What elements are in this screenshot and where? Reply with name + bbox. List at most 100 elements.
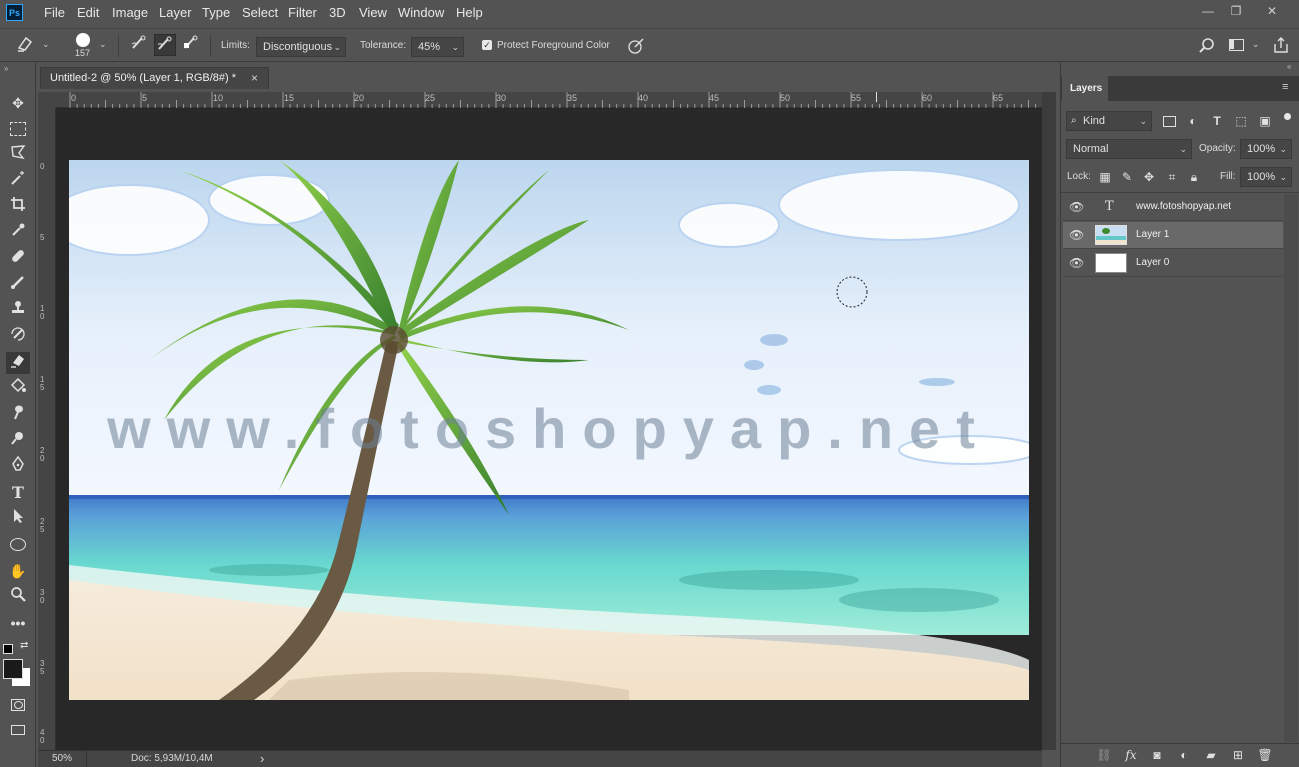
lock-artboard-icon[interactable]: ⌗ [1164,169,1180,185]
quick-mask-icon[interactable] [6,695,30,717]
menu-image[interactable]: Image [112,5,148,20]
document-canvas[interactable]: www.fotoshopyap.net [69,160,1029,700]
swap-colors-icon[interactable]: ⇄ [20,640,28,651]
pressure-size-icon[interactable] [627,37,645,58]
menu-help[interactable]: Help [456,5,483,20]
protect-foreground-checkbox[interactable]: ✓ [482,40,492,50]
panel-menu-icon[interactable]: ≡ [1282,81,1288,93]
minimize-icon[interactable]: — [1196,2,1220,20]
brush-chevron-icon[interactable]: ⌄ [99,39,107,50]
menu-file[interactable]: File [44,5,65,20]
layers-tab[interactable]: Layers [1062,76,1108,101]
filter-pixel-icon[interactable] [1161,113,1177,129]
lock-image-pixels-icon[interactable]: ✎ [1119,169,1135,185]
menu-3d[interactable]: 3D [329,5,346,20]
menu-window[interactable]: Window [398,5,444,20]
collapse-toolbar-icon[interactable]: » [4,64,8,73]
fill-field[interactable]: 100% ⌄ [1240,167,1292,187]
add-mask-icon[interactable]: ◙ [1149,747,1165,763]
collapse-panels-icon[interactable]: « [1287,62,1291,71]
fx-icon[interactable]: fx [1123,747,1139,763]
move-tool-icon[interactable]: ✥ [6,92,30,114]
workspace-icon[interactable] [1229,39,1244,51]
vertical-ruler[interactable]: 0 5 1 0 1 5 2 0 2 5 3 0 3 5 4 0 [38,108,56,750]
type-tool-icon[interactable]: T [6,482,30,504]
layer-row-text[interactable]: 👁︎ T www.fotoshopyap.net [1063,194,1283,221]
close-window-icon[interactable]: ✕ [1260,2,1284,20]
lock-transparent-pixels-icon[interactable]: ▦ [1097,169,1113,185]
preset-chevron-icon[interactable]: ⌄ [42,39,50,50]
limits-dropdown[interactable]: Discontiguous ⌄ [256,37,346,57]
workspace-chevron-icon[interactable]: ⌄ [1252,39,1260,50]
restore-icon[interactable]: ❐ [1224,2,1248,20]
zoom-tool-icon[interactable] [6,586,30,608]
menu-filter[interactable]: Filter [288,5,317,20]
sampling-continuous-icon[interactable] [128,34,150,56]
eyedropper-tool-icon[interactable] [6,222,30,244]
filter-shape-icon[interactable]: ⬚ [1233,113,1249,129]
sampling-background-swatch-icon[interactable] [180,34,202,56]
ruler-origin[interactable] [38,92,56,108]
lasso-tool-icon[interactable] [6,144,30,166]
filter-smart-object-icon[interactable]: ▣ [1257,113,1273,129]
filter-toggle-icon[interactable] [1284,113,1291,120]
smudge-tool-icon[interactable] [6,404,30,426]
paint-bucket-tool-icon[interactable] [6,377,30,400]
horizontal-ruler[interactable]: 0 5 10 15 20 25 30 35 40 45 50 55 60 65 [56,92,1042,108]
opacity-field[interactable]: 100% ⌄ [1240,139,1292,159]
menu-view[interactable]: View [359,5,387,20]
screen-mode-icon[interactable] [6,720,30,742]
healing-brush-tool-icon[interactable] [6,248,30,270]
path-selection-tool-icon[interactable] [6,508,30,530]
document-tab[interactable]: Untitled-2 @ 50% (Layer 1, RGB/8#) * × [40,67,269,89]
vertical-scrollbar[interactable] [1042,92,1056,750]
filter-adjustment-icon[interactable]: ◐ [1185,113,1201,129]
layer-row-layer0[interactable]: 👁︎ Layer 0 [1063,250,1283,277]
status-menu-arrow-icon[interactable]: › [260,751,264,766]
chevron-down-icon[interactable]: ⌄ [451,38,459,56]
zoom-level[interactable]: 50% [52,753,72,764]
background-eraser-tool-icon[interactable] [6,352,30,374]
new-adjustment-layer-icon[interactable]: ◐ [1176,747,1192,763]
tolerance-field[interactable]: 45% ⌄ [411,37,464,57]
visibility-eye-icon[interactable]: 👁︎ [1069,200,1084,214]
magic-wand-tool-icon[interactable] [6,170,30,192]
clone-stamp-tool-icon[interactable] [6,300,30,322]
brush-tool-icon[interactable] [6,274,30,296]
visibility-eye-icon[interactable]: 👁︎ [1069,228,1084,242]
hand-tool-icon[interactable]: ✋ [6,560,30,582]
sampling-once-icon[interactable] [154,34,176,56]
layer-row-layer1[interactable]: 👁︎ Layer 1 [1063,222,1283,249]
menu-type[interactable]: Type [202,5,230,20]
ellipse-tool-icon[interactable] [6,534,30,556]
blend-mode-dropdown[interactable]: Normal ⌄ [1066,139,1192,159]
share-icon[interactable] [1272,36,1290,57]
visibility-eye-icon[interactable]: 👁︎ [1069,256,1084,270]
chevron-down-icon[interactable]: ⌄ [1279,168,1287,186]
chevron-down-icon[interactable]: ⌄ [1279,140,1287,158]
lock-all-icon[interactable]: 🔒︎ [1186,169,1202,185]
lock-position-icon[interactable]: ✥ [1141,169,1157,185]
default-colors-icon[interactable] [3,644,13,654]
close-tab-icon[interactable]: × [251,71,258,85]
delete-layer-icon[interactable]: 🗑︎ [1257,747,1273,763]
more-tools-icon[interactable]: ••• [6,612,30,634]
history-brush-tool-icon[interactable] [6,326,30,348]
search-icon[interactable] [1198,37,1216,58]
menu-edit[interactable]: Edit [77,5,99,20]
brush-tip-icon[interactable] [76,33,90,47]
new-group-icon[interactable]: ▰ [1203,747,1219,763]
marquee-tool-icon[interactable] [6,118,30,140]
layers-scrollbar[interactable] [1284,194,1298,742]
photoshop-logo[interactable]: Ps [6,4,23,21]
link-layers-icon[interactable]: ⛓︎ [1096,747,1112,763]
menu-layer[interactable]: Layer [159,5,192,20]
new-layer-icon[interactable]: ⊞ [1230,747,1246,763]
pen-tool-icon[interactable] [6,455,30,478]
layer-filter-dropdown[interactable]: ⌕ Kind ⌄ [1066,111,1152,131]
dodge-tool-icon[interactable] [6,430,30,452]
filter-type-icon[interactable]: T [1209,113,1225,129]
background-eraser-preset-icon[interactable] [14,34,36,56]
menu-select[interactable]: Select [242,5,278,20]
foreground-color-swatch[interactable] [3,659,23,679]
